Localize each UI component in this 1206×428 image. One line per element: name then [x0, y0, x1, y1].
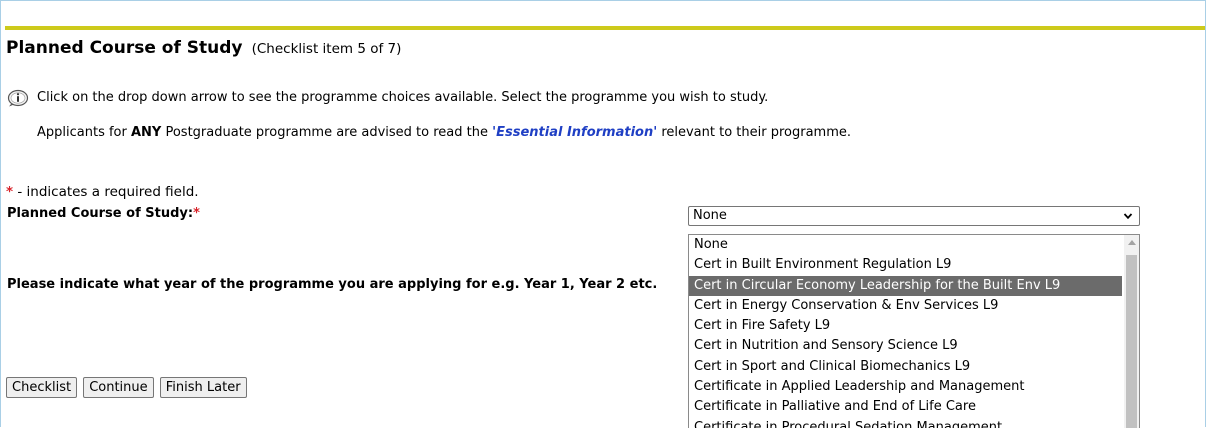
course-dropdown-list[interactable]: None Cert in Built Environment Regulation…	[688, 234, 1140, 428]
year-label: Please indicate what year of the program…	[7, 277, 658, 292]
dropdown-option[interactable]: Certificate in Applied Leadership and Ma…	[689, 377, 1122, 397]
action-buttons: Checklist Continue Finish Later	[6, 376, 248, 398]
pg-suffix: relevant to their programme.	[657, 125, 852, 140]
dropdown-option[interactable]: Cert in Sport and Clinical Biomechanics …	[689, 357, 1122, 377]
page-title: Planned Course of Study	[6, 38, 243, 58]
required-note-text: - indicates a required field.	[13, 184, 199, 200]
page-title-row: Planned Course of Study (Checklist item …	[6, 38, 401, 58]
dropdown-option[interactable]: None	[689, 235, 1122, 255]
dropdown-option[interactable]: Cert in Circular Economy Leadership for …	[689, 275, 1122, 296]
dropdown-option[interactable]: Certificate in Procedural Sedation Manag…	[689, 418, 1122, 428]
dropdown-option[interactable]: Cert in Nutrition and Sensory Science L9	[689, 336, 1122, 356]
course-label: Planned Course of Study:*	[7, 206, 200, 221]
scroll-up-arrow-icon[interactable]	[1128, 240, 1136, 245]
required-star: *	[6, 184, 14, 200]
dropdown-option[interactable]: Cert in Energy Conservation & Env Servic…	[689, 296, 1122, 316]
pg-middle: Postgraduate programme are advised to re…	[161, 125, 493, 140]
postgraduate-notice: Applicants for ANY Postgraduate programm…	[37, 125, 851, 140]
finish-later-button[interactable]: Finish Later	[159, 377, 247, 398]
dropdown-option[interactable]: Certificate in Palliative and End of Lif…	[689, 397, 1122, 417]
accent-bar	[5, 26, 1205, 30]
chevron-down-icon	[1123, 213, 1133, 220]
dropdown-option[interactable]: Cert in Fire Safety L9	[689, 316, 1122, 336]
continue-button[interactable]: Continue	[83, 377, 154, 398]
course-label-text: Planned Course of Study:	[7, 206, 194, 221]
info-icon	[7, 89, 29, 107]
pg-any: ANY	[130, 125, 162, 140]
checklist-button[interactable]: Checklist	[6, 377, 78, 398]
pg-prefix: Applicants for	[37, 125, 131, 140]
scrollbar-thumb[interactable]	[1126, 255, 1137, 428]
instruction-text: Click on the drop down arrow to see the …	[37, 90, 769, 105]
course-select-value: None	[693, 208, 727, 223]
dropdown-options: None Cert in Built Environment Regulation…	[689, 235, 1139, 428]
dropdown-option[interactable]: Cert in Built Environment Regulation L9	[689, 255, 1122, 275]
essential-information-link[interactable]: 'Essential Information'	[492, 125, 657, 140]
dropdown-scrollbar[interactable]	[1124, 235, 1139, 428]
course-required-star: *	[193, 206, 200, 221]
checklist-progress: (Checklist item 5 of 7)	[251, 41, 402, 57]
course-select[interactable]: None	[688, 206, 1140, 226]
required-field-note: * - indicates a required field.	[6, 184, 199, 200]
